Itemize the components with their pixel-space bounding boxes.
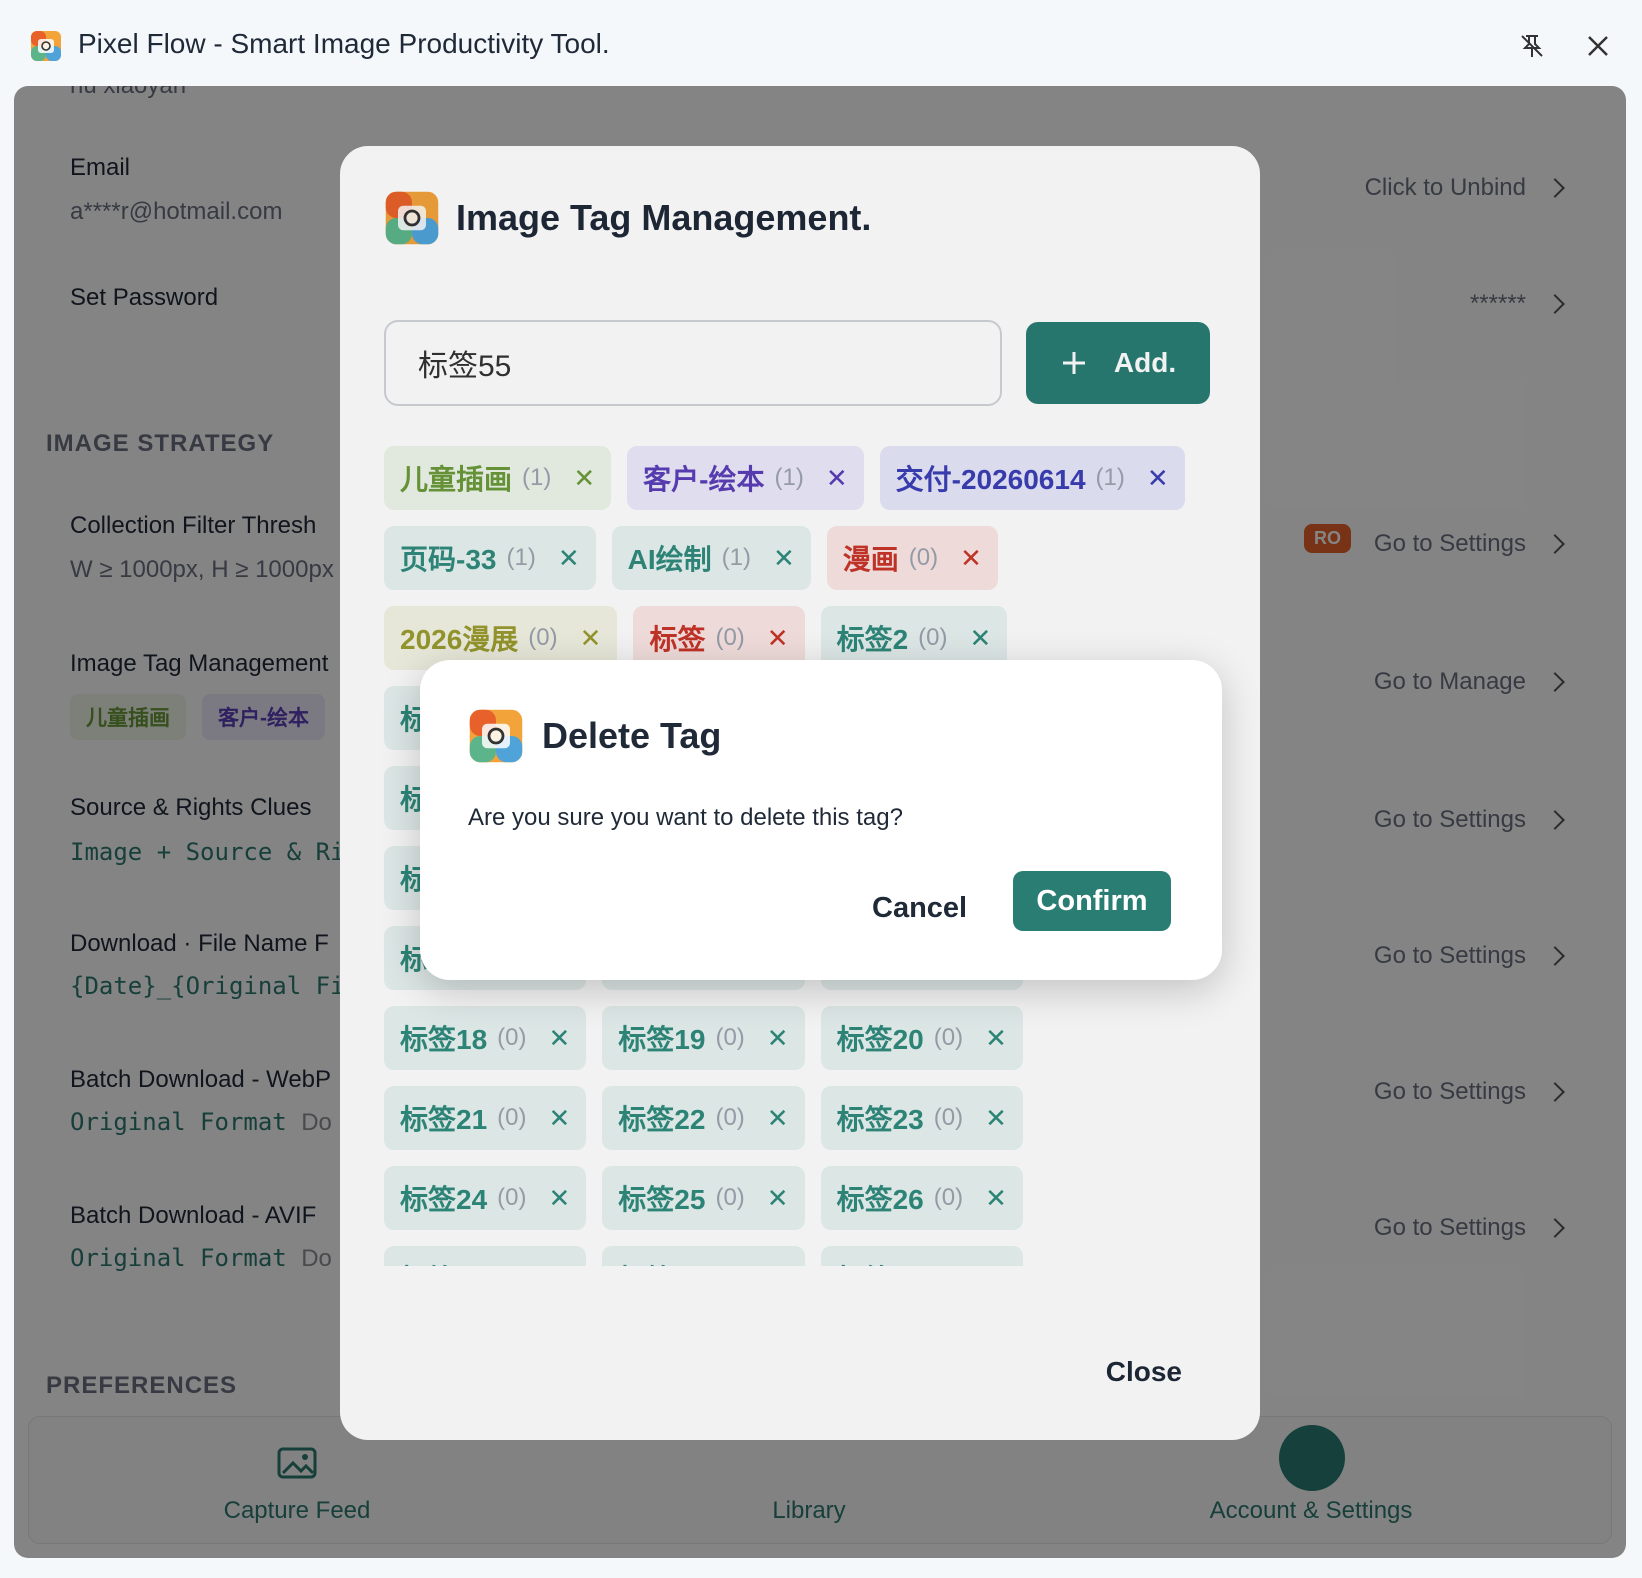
app-window: hu xiaoyan Email a****r@hotmail.com Clic… xyxy=(14,86,1626,1558)
window-title: Pixel Flow - Smart Image Productivity To… xyxy=(78,28,610,59)
unpin-icon[interactable] xyxy=(1514,28,1550,64)
delete-tag-dialog: Delete Tag Are you sure you want to dele… xyxy=(420,660,1222,980)
dialog-title: Delete Tag xyxy=(542,715,722,756)
dialog-header: Delete Tag xyxy=(468,708,721,764)
app-logo-icon xyxy=(31,31,61,61)
title-bar: Pixel Flow - Smart Image Productivity To… xyxy=(0,0,1642,86)
dialog-message: Are you sure you want to delete this tag… xyxy=(468,804,903,831)
close-icon[interactable] xyxy=(1580,28,1616,64)
confirm-button[interactable]: Confirm xyxy=(1013,871,1171,931)
app-logo-icon xyxy=(469,709,523,763)
cancel-button[interactable]: Cancel xyxy=(872,878,967,938)
